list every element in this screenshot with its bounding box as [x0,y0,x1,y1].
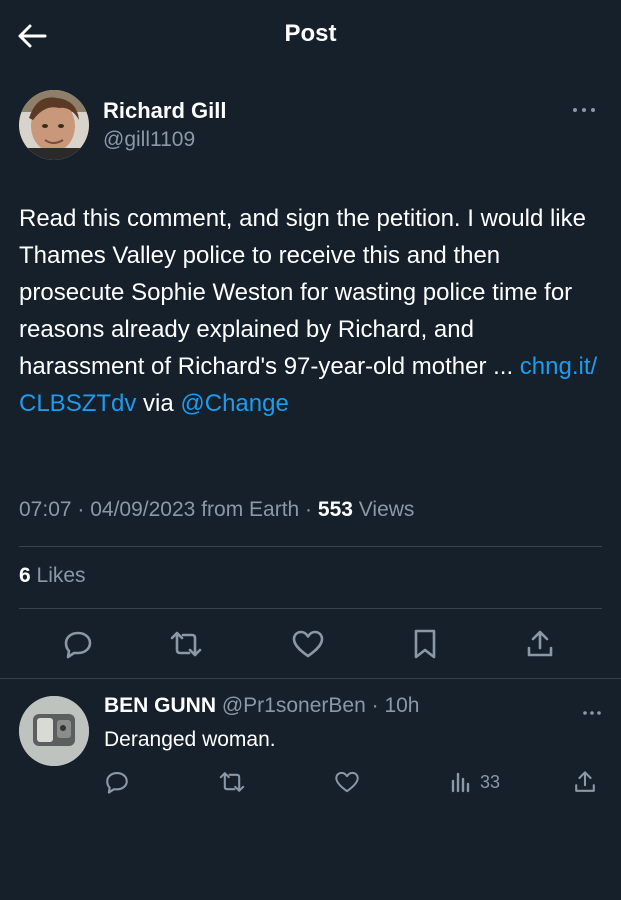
reply-like-button[interactable] [334,764,360,800]
reply-author-name[interactable]: BEN GUNN [104,694,216,717]
divider [0,678,621,679]
heart-icon [292,630,324,658]
reply-actions: 33 [0,764,621,800]
reply-views-button[interactable]: 33 [450,764,500,800]
page-title: Post [284,20,337,47]
separator-dot: · [365,694,385,717]
bar-chart-icon [451,772,470,793]
post-meta: 07:07 · 04/09/2023 from Earth · 553 View… [19,498,415,521]
reply-more-button[interactable] [582,700,602,721]
post-date[interactable]: 04/09/2023 [90,498,195,521]
bookmark-icon [414,629,436,659]
divider [19,608,602,609]
mention-link[interactable]: @Change [180,390,288,417]
views-count[interactable]: 553 [318,498,353,521]
author-name[interactable]: Richard Gill [103,98,226,124]
post-time[interactable]: 07:07 [19,498,72,521]
reply-text: Deranged woman. [104,728,276,751]
more-horizontal-icon [583,711,601,715]
more-options-button[interactable] [569,100,599,120]
retweet-button[interactable] [166,624,206,664]
more-horizontal-icon [573,108,595,112]
reply-share-button[interactable] [573,764,597,800]
comment-icon [64,631,92,659]
post-text-via: via [136,390,181,417]
post-text-body: Read this comment, and sign the petition… [19,205,586,380]
reply-reply-button[interactable] [104,764,130,800]
comment-icon [106,772,128,794]
reply-time[interactable]: 10h [384,694,419,717]
divider [19,546,602,547]
likes-label: Likes [36,564,86,587]
likes-summary[interactable]: 6 Likes [19,564,86,588]
likes-count: 6 [19,564,31,587]
reply-views-count: 33 [480,771,501,792]
post-text: Read this comment, and sign the petition… [19,200,604,422]
share-icon [527,630,553,657]
share-icon [575,771,595,792]
views-label: Views [358,498,415,521]
like-button[interactable] [288,624,328,664]
post-actions [0,624,621,664]
reply-avatar[interactable] [19,696,89,766]
retweet-icon [219,772,245,792]
author-handle[interactable]: @gill1109 [103,128,195,152]
post-source: from Earth [201,498,300,521]
author-avatar[interactable] [19,90,89,160]
bookmark-button[interactable] [405,624,445,664]
reply-header: BEN GUNN @Pr1sonerBen · 10h [104,694,419,718]
post-author: Richard Gill @gill1109 [19,90,599,162]
reply-author-handle[interactable]: @Pr1sonerBen [222,694,366,717]
reply-button[interactable] [58,624,98,664]
reply-retweet-button[interactable] [218,764,246,800]
retweet-icon [170,631,202,657]
share-button[interactable] [520,624,560,664]
top-bar: Post [0,0,621,72]
heart-icon [335,771,359,793]
reply-post[interactable]: BEN GUNN @Pr1sonerBen · 10h Deranged wom… [0,680,621,810]
